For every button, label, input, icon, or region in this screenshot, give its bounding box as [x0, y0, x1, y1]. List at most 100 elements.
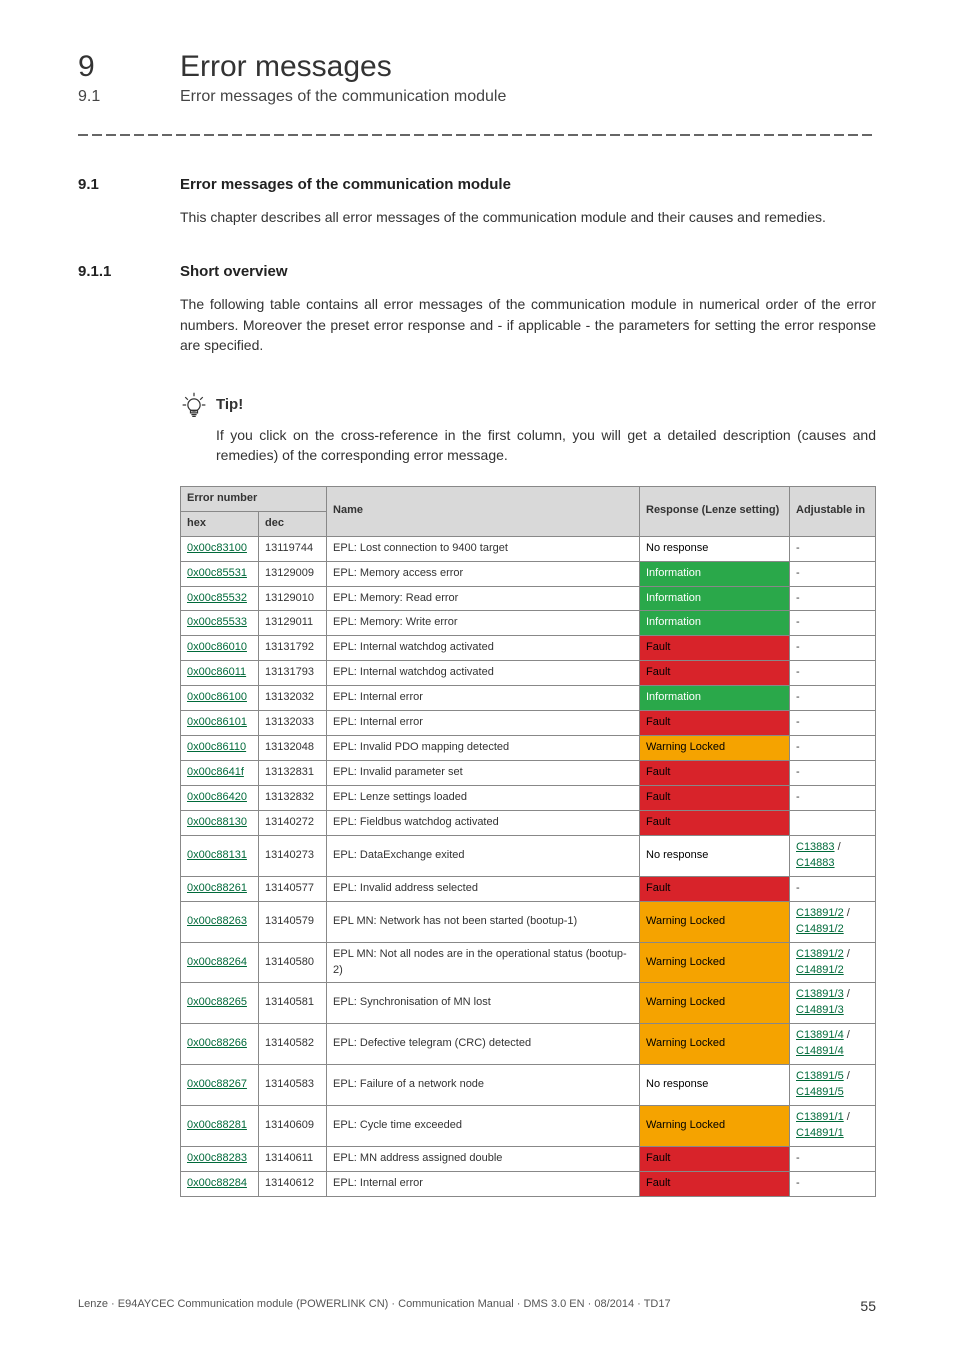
hex-link[interactable]: 0x00c83100: [187, 542, 247, 554]
table-row: 0x00c83100 13119744EPL: Lost connection t…: [181, 536, 876, 561]
adjustable-link[interactable]: C13891/3: [796, 988, 844, 1000]
adjustable-link[interactable]: C13891/4: [796, 1029, 844, 1041]
adjustable-link[interactable]: C14891/3: [796, 1004, 844, 1016]
cell-adjustable: -: [790, 1171, 876, 1196]
cell-hex: 0x00c86011: [181, 661, 259, 686]
hex-link[interactable]: 0x00c88265: [187, 996, 247, 1008]
adjustable-link[interactable]: C13891/5: [796, 1070, 844, 1082]
table-row: 0x00c8813113140273EPL: DataExchange exit…: [181, 835, 876, 876]
adjustable-link[interactable]: C13891/1: [796, 1111, 844, 1123]
cell-name: EPL: Lenze settings loaded: [327, 786, 640, 811]
cell-response: No response: [640, 536, 790, 561]
cell-name: EPL: Synchronisation of MN lost: [327, 983, 640, 1024]
cell-response: Fault: [640, 636, 790, 661]
table-row: 0x00c8641f13132831EPL: Invalid parameter…: [181, 761, 876, 786]
table-row: 0x00c86110 13132048EPL: Invalid PDO mappi…: [181, 736, 876, 761]
cell-hex: 0x00c86420: [181, 786, 259, 811]
table-row: 0x00c8826513140581EPL: Synchronisation o…: [181, 983, 876, 1024]
hex-link[interactable]: 0x00c86101: [187, 716, 247, 728]
cell-dec: 13140583: [259, 1065, 327, 1106]
adjustable-link[interactable]: C13891/2: [796, 907, 844, 919]
cell-hex: 0x00c86110: [181, 736, 259, 761]
cell-adjustable: -: [790, 661, 876, 686]
hex-link[interactable]: 0x00c88130: [187, 816, 247, 828]
chapter-heading: 9Error messages: [78, 50, 876, 84]
cell-name: EPL: DataExchange exited: [327, 835, 640, 876]
hex-link[interactable]: 0x00c85533: [187, 616, 247, 628]
adjustable-link[interactable]: C13883: [796, 841, 835, 853]
hex-link[interactable]: 0x00c88264: [187, 956, 247, 968]
section-title-small: Error messages of the communication modu…: [180, 88, 506, 105]
th-name: Name: [327, 486, 640, 536]
adjustable-link[interactable]: C14891/5: [796, 1086, 844, 1098]
adjustable-link[interactable]: C14891/2: [796, 964, 844, 976]
hex-link[interactable]: 0x00c88263: [187, 915, 247, 927]
cell-adjustable: -: [790, 586, 876, 611]
cell-name: EPL: Invalid PDO mapping detected: [327, 736, 640, 761]
hex-link[interactable]: 0x00c88281: [187, 1119, 247, 1131]
cell-response: Warning Locked: [640, 736, 790, 761]
hex-link[interactable]: 0x00c86100: [187, 691, 247, 703]
hex-link[interactable]: 0x00c86110: [187, 741, 246, 753]
cell-response: Warning Locked: [640, 942, 790, 983]
cell-response: Information: [640, 561, 790, 586]
tip-text: If you click on the cross-reference in t…: [216, 425, 876, 466]
cell-hex: 0x00c88131: [181, 835, 259, 876]
cell-response: Warning Locked: [640, 1024, 790, 1065]
lightbulb-icon: [180, 391, 208, 419]
cell-hex: 0x00c88284: [181, 1171, 259, 1196]
cell-dec: 13132831: [259, 761, 327, 786]
cell-adjustable: C13891/1 /C14891/1: [790, 1106, 876, 1147]
page-number: 55: [860, 1298, 876, 1314]
cell-dec: 13140272: [259, 810, 327, 835]
hex-link[interactable]: 0x00c86010: [187, 641, 247, 653]
th-adjustable: Adjustable in: [790, 486, 876, 536]
hex-link[interactable]: 0x00c85532: [187, 592, 247, 604]
cell-dec: 13131793: [259, 661, 327, 686]
cell-hex: 0x00c88283: [181, 1146, 259, 1171]
cell-dec: 13140609: [259, 1106, 327, 1147]
adjustable-link[interactable]: C14891/4: [796, 1045, 844, 1057]
cell-adjustable: -: [790, 611, 876, 636]
hex-link[interactable]: 0x00c88267: [187, 1078, 247, 1090]
cell-adjustable: -: [790, 1146, 876, 1171]
section-title: Error messages of the communication modu…: [180, 176, 511, 193]
adjustable-link[interactable]: C13891/2: [796, 948, 844, 960]
cell-hex: 0x00c8641f: [181, 761, 259, 786]
cell-response: Fault: [640, 810, 790, 835]
hex-link[interactable]: 0x00c88131: [187, 849, 247, 861]
adjustable-link[interactable]: C14883: [796, 857, 835, 869]
th-dec: dec: [259, 511, 327, 536]
table-row: 0x00c8553213129010EPL: Memory: Read erro…: [181, 586, 876, 611]
hex-link[interactable]: 0x00c85531: [187, 567, 247, 579]
cell-hex: 0x00c88281: [181, 1106, 259, 1147]
hex-link[interactable]: 0x00c88266: [187, 1037, 247, 1049]
cell-name: EPL: Lost connection to 9400 target: [327, 536, 640, 561]
adjustable-link[interactable]: C14891/1: [796, 1127, 844, 1139]
cell-name: EPL: Fieldbus watchdog activated: [327, 810, 640, 835]
adjustable-link[interactable]: C14891/2: [796, 923, 844, 935]
hex-link[interactable]: 0x00c88261: [187, 882, 247, 894]
cell-adjustable: -: [790, 761, 876, 786]
table-row: 0x00c8826313140579EPL MN: Network has no…: [181, 901, 876, 942]
cell-dec: 13119744: [259, 536, 327, 561]
cell-adjustable: -: [790, 786, 876, 811]
cell-name: EPL: Memory access error: [327, 561, 640, 586]
table-row: 0x00c8826113140577EPL: Invalid address s…: [181, 876, 876, 901]
table-row: 0x00c8642013132832EPL: Lenze settings lo…: [181, 786, 876, 811]
hex-link[interactable]: 0x00c86011: [187, 666, 246, 678]
chapter-title: Error messages: [180, 50, 392, 83]
cell-adjustable: -: [790, 736, 876, 761]
cell-name: EPL: Internal error: [327, 686, 640, 711]
cell-adjustable: -: [790, 711, 876, 736]
cell-dec: 13132048: [259, 736, 327, 761]
hex-link[interactable]: 0x00c86420: [187, 791, 247, 803]
cell-dec: 13140582: [259, 1024, 327, 1065]
table-row: 0x00c8826713140583EPL: Failure of a netw…: [181, 1065, 876, 1106]
hex-link[interactable]: 0x00c8641f: [187, 766, 244, 778]
footer-text: Lenze · E94AYCEC Communication module (P…: [78, 1298, 671, 1314]
hex-link[interactable]: 0x00c88284: [187, 1177, 247, 1189]
hex-link[interactable]: 0x00c88283: [187, 1152, 247, 1164]
subsection-paragraph: The following table contains all error m…: [180, 294, 876, 355]
subsection-heading: 9.1.1Short overview: [78, 263, 876, 280]
